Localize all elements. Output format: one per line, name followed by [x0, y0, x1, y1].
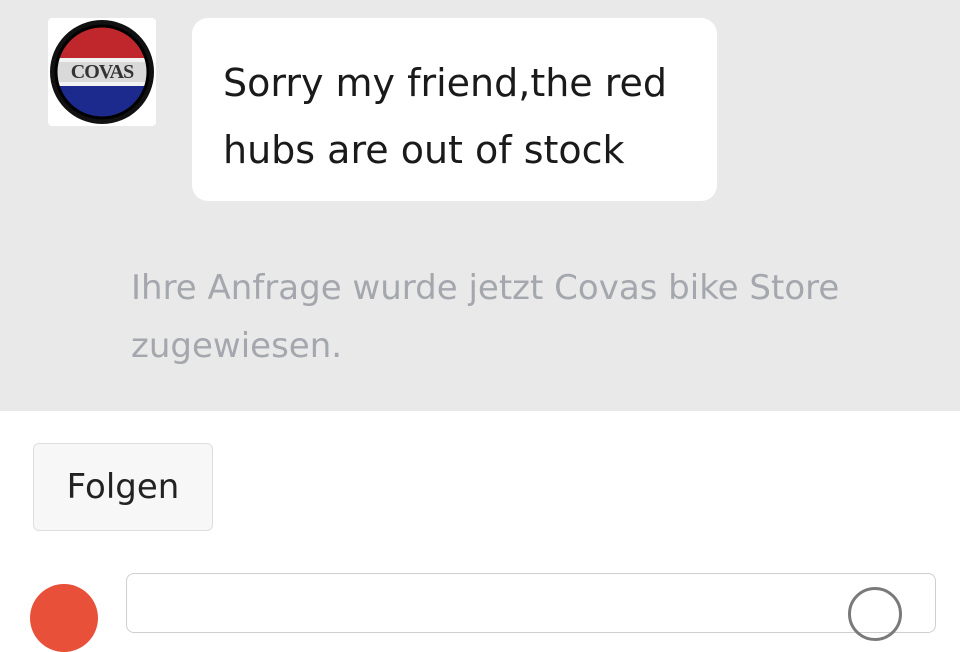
- assignment-notice: Ihre Anfrage wurde jetzt Covas bike Stor…: [131, 268, 840, 366]
- message-input[interactable]: [126, 573, 936, 633]
- message-text: Sorry my friend,the red hubs are out of …: [223, 61, 668, 172]
- message-bubble: Sorry my friend,the red hubs are out of …: [192, 18, 717, 201]
- user-avatar: [30, 584, 98, 652]
- svg-text:COVAS: COVAS: [71, 61, 134, 83]
- store-avatar[interactable]: COVAS: [48, 18, 156, 126]
- covas-logo-icon: COVAS: [54, 24, 150, 120]
- emoji-icon[interactable]: [848, 587, 902, 641]
- chat-area: COVAS Sorry my friend,the red hubs are o…: [0, 0, 960, 411]
- store-avatar-disc: COVAS: [50, 20, 154, 124]
- follow-button[interactable]: Folgen: [33, 443, 213, 531]
